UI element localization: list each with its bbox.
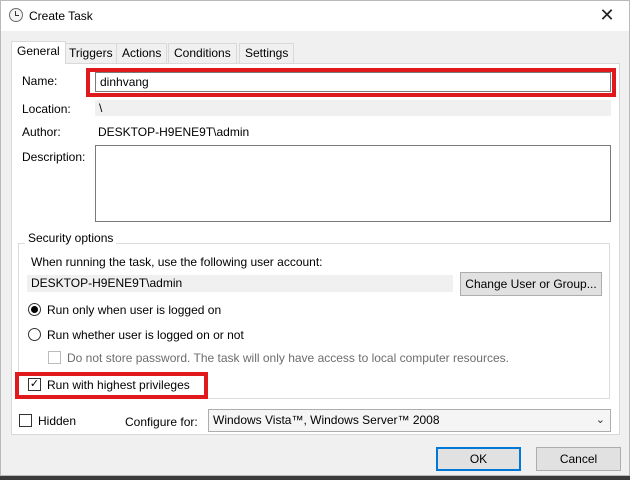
name-label: Name: (22, 74, 58, 88)
run-logged-on-radio[interactable] (28, 303, 41, 316)
hidden-label: Hidden (38, 414, 77, 428)
checkmark-icon: ✓ (29, 378, 40, 390)
hidden-checkbox[interactable] (19, 414, 32, 427)
highest-privileges-label: Run with highest privileges (47, 378, 190, 392)
tab-actions[interactable]: Actions (116, 43, 168, 63)
cancel-button[interactable]: Cancel (536, 447, 621, 471)
tab-triggers[interactable]: Triggers (63, 43, 119, 63)
author-label: Author: (22, 125, 61, 139)
close-button[interactable]: ✕ (585, 1, 629, 31)
description-label: Description: (22, 150, 86, 164)
create-task-dialog: Create Task ✕ General Triggers Actions C… (0, 0, 630, 476)
title-bar: Create Task ✕ (1, 1, 629, 31)
run-whether-radio[interactable] (28, 328, 41, 341)
tab-settings[interactable]: Settings (239, 43, 295, 63)
configure-for-label: Configure for: (125, 415, 198, 429)
run-logged-on-label: Run only when user is logged on (47, 303, 222, 317)
do-not-store-password-checkbox[interactable] (48, 351, 61, 364)
change-user-button[interactable]: Change User or Group... (460, 272, 602, 296)
do-not-store-password-label: Do not store password. The task will onl… (67, 351, 509, 365)
security-options-title: Security options (25, 231, 117, 245)
location-value: \ (95, 100, 611, 116)
background-strip (0, 476, 630, 480)
tab-conditions[interactable]: Conditions (168, 43, 237, 63)
run-whether-label: Run whether user is logged on or not (47, 328, 244, 342)
clock-icon (9, 8, 23, 22)
author-value: DESKTOP-H9ENE9T\admin (98, 125, 250, 139)
description-textarea[interactable] (95, 145, 611, 222)
chevron-down-icon: ⌄ (595, 414, 605, 426)
tab-general[interactable]: General (11, 41, 66, 64)
ok-button[interactable]: OK (436, 447, 521, 471)
location-label: Location: (22, 102, 71, 116)
account-prompt: When running the task, use the following… (31, 255, 323, 269)
configure-for-value: Windows Vista™, Windows Server™ 2008 (213, 413, 440, 427)
window-title: Create Task (29, 9, 93, 23)
configure-for-select[interactable]: Windows Vista™, Windows Server™ 2008 ⌄ (208, 409, 611, 432)
user-account-value: DESKTOP-H9ENE9T\admin (27, 275, 453, 292)
highest-privileges-checkbox[interactable]: ✓ (28, 378, 41, 391)
name-input[interactable]: dinhvang (95, 72, 611, 92)
